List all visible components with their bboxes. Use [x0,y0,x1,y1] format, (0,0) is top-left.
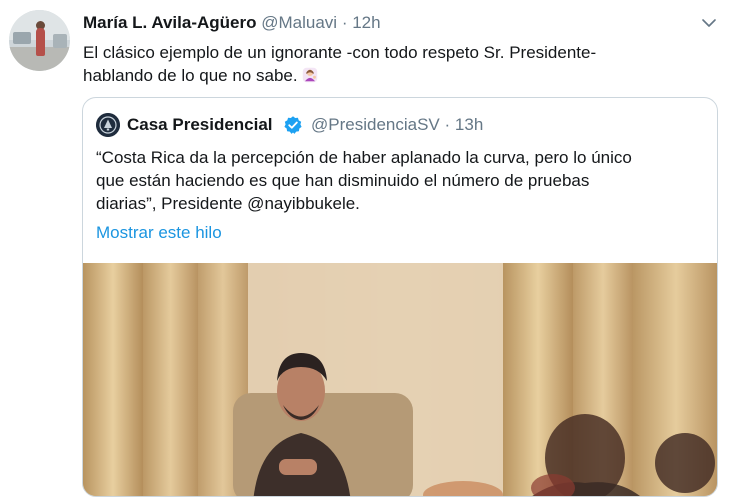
avatar-shelf-right [53,34,67,48]
tweet-timestamp[interactable]: 12h [352,13,380,32]
quoted-author-name[interactable]: Casa Presidencial [127,113,273,137]
verified-badge-icon [284,116,302,134]
author-avatar[interactable] [9,10,70,71]
tweet-text-line: hablando de lo que no sabe. [83,66,298,85]
quoted-tweet[interactable]: Casa Presidencial @PresidenciaSV · 13h “… [82,97,718,497]
curtain-left [83,263,248,496]
author-name[interactable]: María L. Avila-Agüero [83,13,257,32]
show-thread-link[interactable]: Mostrar este hilo [96,222,222,244]
avatar-person [36,28,45,56]
tweet-text: El clásico ejemplo de un ignorante -con … [83,41,723,87]
quoted-author-meta: @PresidenciaSV · 13h [311,113,483,137]
quoted-text-line: que están haciendo es que han disminuido… [96,171,590,190]
tweet-text-line: El clásico ejemplo de un ignorante -con … [83,43,597,62]
quoted-tweet-timestamp[interactable]: 13h [455,115,483,134]
quoted-tweet-photo[interactable] [83,263,718,497]
author-handle[interactable]: @Maluavi [261,13,337,32]
quoted-author-handle[interactable]: @PresidenciaSV [311,115,440,134]
quoted-tweet-text: “Costa Rica da la percepción de haber ap… [96,146,696,215]
quoted-text-line: diarias”, Presidente @nayibbukele. [96,194,360,213]
separator: · [444,115,451,134]
tweet[interactable]: María L. Avila-Agüero @Maluavi · 12h El … [0,0,736,497]
quoted-text-line: “Costa Rica da la percepción de haber ap… [96,148,632,167]
tweet-header: María L. Avila-Agüero @Maluavi · 12h [83,13,381,33]
woman-tipping-hand-emoji [302,67,317,83]
chevron-down-icon[interactable] [700,14,718,32]
separator: · [341,13,348,32]
quoted-author-avatar [96,113,120,137]
avatar-shelf [13,32,31,44]
